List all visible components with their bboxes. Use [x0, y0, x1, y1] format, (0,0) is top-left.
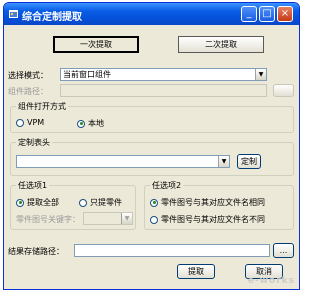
radio-extract-all-label: 提取全部: [27, 198, 59, 207]
title-bar[interactable]: 综合定制提取 _ □ ×: [4, 3, 299, 25]
radio-local[interactable]: 本地: [77, 118, 104, 129]
component-path-label: 组件路径：: [8, 87, 48, 96]
open-method-group: 组件打开方式 VPM 本地: [10, 101, 294, 133]
part-number-keyword-label: 零件图号关键字：: [16, 215, 80, 224]
radio-button-icon[interactable]: [150, 198, 158, 207]
radio-different-filename[interactable]: 零件图号与其对应文件名不同: [150, 214, 265, 225]
extract-button[interactable]: 提取: [177, 264, 215, 279]
radio-button-icon[interactable]: [150, 215, 158, 224]
option2-group: 任选项2 零件图号与其对应文件名相同 零件图号与其对应文件名不同: [144, 180, 294, 230]
chevron-down-icon[interactable]: ▼: [218, 156, 229, 167]
part-number-keyword-dropdown[interactable]: ▼: [83, 212, 133, 225]
radio-button-icon[interactable]: [16, 118, 24, 127]
maximize-button[interactable]: □: [259, 6, 275, 22]
component-path-browse-button[interactable]: [273, 84, 294, 97]
minimize-button[interactable]: _: [241, 6, 257, 22]
radio-vpm-label: VPM: [27, 118, 45, 127]
watermark-logo: e-works: [247, 276, 295, 286]
custom-header-title: 定制表头: [16, 137, 52, 148]
radio-parts-only-label: 只提零件: [90, 198, 122, 207]
result-path-label: 结果存储路径：: [8, 247, 64, 256]
result-path-input[interactable]: [74, 244, 270, 257]
window-title: 综合定制提取: [22, 12, 82, 23]
result-path-browse-button[interactable]: ...: [273, 243, 294, 258]
close-button[interactable]: ×: [277, 6, 293, 22]
radio-local-label: 本地: [88, 119, 104, 128]
custom-header-group: 定制表头 ▼ 定制: [10, 137, 294, 176]
radio-different-filename-label: 零件图号与其对应文件名不同: [161, 215, 265, 224]
tab-second-extract[interactable]: 二次提取: [178, 36, 264, 53]
select-mode-dropdown[interactable]: 当前窗口组件 ▼: [60, 68, 267, 81]
radio-vpm[interactable]: VPM: [16, 118, 44, 127]
dialog-window: 综合定制提取 _ □ × 一次提取 二次提取 选择模式： 当前窗口组件 ▼ 组件…: [3, 2, 300, 290]
dialog-content: 一次提取 二次提取 选择模式： 当前窗口组件 ▼ 组件路径： 组件打开方式 VP…: [7, 28, 296, 286]
custom-header-dropdown[interactable]: ▼: [16, 155, 230, 168]
chevron-down-icon[interactable]: ▼: [255, 69, 266, 80]
app-icon: [9, 10, 18, 18]
radio-parts-only[interactable]: 只提零件: [79, 197, 122, 208]
option1-group: 任选项1 提取全部 只提零件 零件图号关键字： ▼: [10, 180, 136, 230]
component-path-input[interactable]: [60, 84, 267, 97]
tab-first-extract[interactable]: 一次提取: [53, 36, 139, 53]
radio-same-filename-label: 零件图号与其对应文件名相同: [161, 198, 265, 207]
chevron-down-icon[interactable]: ▼: [121, 213, 132, 224]
option2-title: 任选项2: [150, 180, 184, 191]
radio-button-icon[interactable]: [79, 198, 87, 207]
select-mode-value: 当前窗口组件: [63, 70, 111, 79]
radio-button-icon[interactable]: [77, 119, 85, 128]
open-method-title: 组件打开方式: [16, 101, 68, 112]
select-mode-label: 选择模式：: [8, 71, 48, 80]
radio-extract-all[interactable]: 提取全部: [16, 197, 59, 208]
customize-button[interactable]: 定制: [237, 154, 261, 169]
radio-same-filename[interactable]: 零件图号与其对应文件名相同: [150, 197, 265, 208]
option1-title: 任选项1: [16, 180, 50, 191]
radio-button-icon[interactable]: [16, 198, 24, 207]
